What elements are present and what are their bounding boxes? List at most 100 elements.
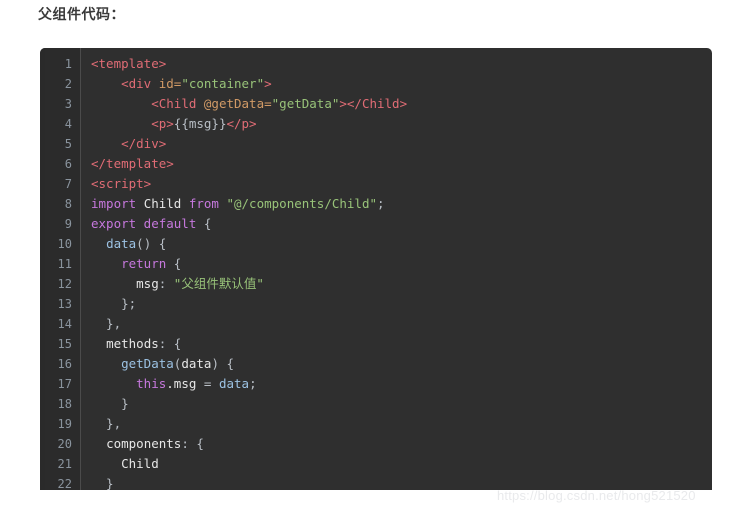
code-block[interactable]: 1 2 3 4 5 6 7 8 9 10 11 12 13 14 15 16 1…	[40, 48, 712, 490]
code-token: data	[106, 236, 137, 251]
code-line: data() {	[91, 234, 712, 254]
code-line: export default {	[91, 214, 712, 234]
code-token: <Child	[151, 96, 204, 111]
code-token: msg	[136, 276, 159, 291]
line-number: 8	[64, 197, 72, 211]
code-token: "container"	[181, 76, 265, 91]
line-number: 2	[64, 77, 72, 91]
code-token: </Child>	[346, 96, 408, 111]
line-number: 14	[57, 317, 72, 331]
code-token: import	[91, 196, 144, 211]
code-line: <script>	[91, 174, 712, 194]
code-token: return	[121, 256, 174, 271]
code-line: msg: "父组件默认值"	[91, 274, 712, 294]
code-line: <div id="container">	[91, 74, 712, 94]
code-line: getData(data) {	[91, 354, 712, 374]
code-token: Child	[121, 456, 159, 471]
code-token: </p>	[226, 116, 257, 131]
code-line: },	[91, 314, 712, 334]
code-token: components	[106, 436, 182, 451]
line-number: 16	[57, 357, 72, 371]
line-number: 3	[64, 97, 72, 111]
code-token: };	[91, 296, 137, 311]
code-token: @getData=	[203, 96, 272, 111]
line-number: 22	[57, 477, 72, 490]
code-line: components: {	[91, 434, 712, 454]
code-token: Child	[143, 196, 189, 211]
page-title: 父组件代码：	[38, 6, 125, 22]
code-token: getData	[121, 356, 174, 371]
line-number: 7	[64, 177, 72, 191]
code-line: Child	[91, 454, 712, 474]
line-number: 20	[57, 437, 72, 451]
code-line: methods: {	[91, 334, 712, 354]
code-line: };	[91, 294, 712, 314]
code-token: :	[158, 276, 174, 291]
code-token: <template>	[91, 56, 167, 71]
line-number: 9	[64, 217, 72, 231]
code-token: },	[91, 416, 122, 431]
code-token: <div	[121, 76, 159, 91]
line-number: 4	[64, 117, 72, 131]
line-number: 18	[57, 397, 72, 411]
code-content[interactable]: <template> <div id="container"> <Child @…	[81, 48, 712, 490]
code-token: methods	[106, 336, 159, 351]
code-token: },	[91, 316, 122, 331]
watermark: https://blog.csdn.net/hong521520	[497, 488, 696, 503]
code-line: },	[91, 414, 712, 434]
code-line: import Child from "@/components/Child";	[91, 194, 712, 214]
code-token: "getData"	[271, 96, 340, 111]
code-token: }	[91, 396, 129, 411]
line-number: 13	[57, 297, 72, 311]
code-token: export default	[91, 216, 204, 231]
code-token: <script>	[91, 176, 152, 191]
line-number: 11	[57, 257, 72, 271]
code-line: return {	[91, 254, 712, 274]
line-number: 6	[64, 157, 72, 171]
code-token: ;	[377, 196, 385, 211]
code-token: =	[203, 376, 219, 391]
code-line: this.msg = data;	[91, 374, 712, 394]
code-token: "@/components/Child"	[226, 196, 377, 211]
line-number: 5	[64, 137, 72, 151]
code-token: () {	[136, 236, 167, 251]
code-token: : {	[158, 336, 182, 351]
code-line: <template>	[91, 54, 712, 74]
line-number: 15	[57, 337, 72, 351]
code-token: "父组件默认值"	[173, 276, 264, 291]
code-token: id=	[158, 76, 182, 91]
line-number: 21	[57, 457, 72, 471]
code-line: <p>{{msg}}</p>	[91, 114, 712, 134]
code-token: >	[264, 76, 272, 91]
code-token: <p>	[151, 116, 174, 131]
code-token: data	[218, 376, 250, 391]
code-line: }	[91, 394, 712, 414]
line-number: 17	[57, 377, 72, 391]
code-token: from	[188, 196, 227, 211]
code-token: }	[91, 476, 114, 490]
code-token: </template>	[91, 156, 174, 171]
line-number: 19	[57, 417, 72, 431]
code-token: </div>	[121, 136, 167, 151]
line-number: 12	[57, 277, 72, 291]
code-token: {	[173, 256, 182, 271]
code-token: .msg	[166, 376, 204, 391]
code-token: this	[136, 376, 167, 391]
line-number: 10	[57, 237, 72, 251]
code-token: ) {	[211, 356, 235, 371]
line-number: 1	[64, 57, 72, 71]
code-token: >	[339, 96, 347, 111]
code-line: </div>	[91, 134, 712, 154]
